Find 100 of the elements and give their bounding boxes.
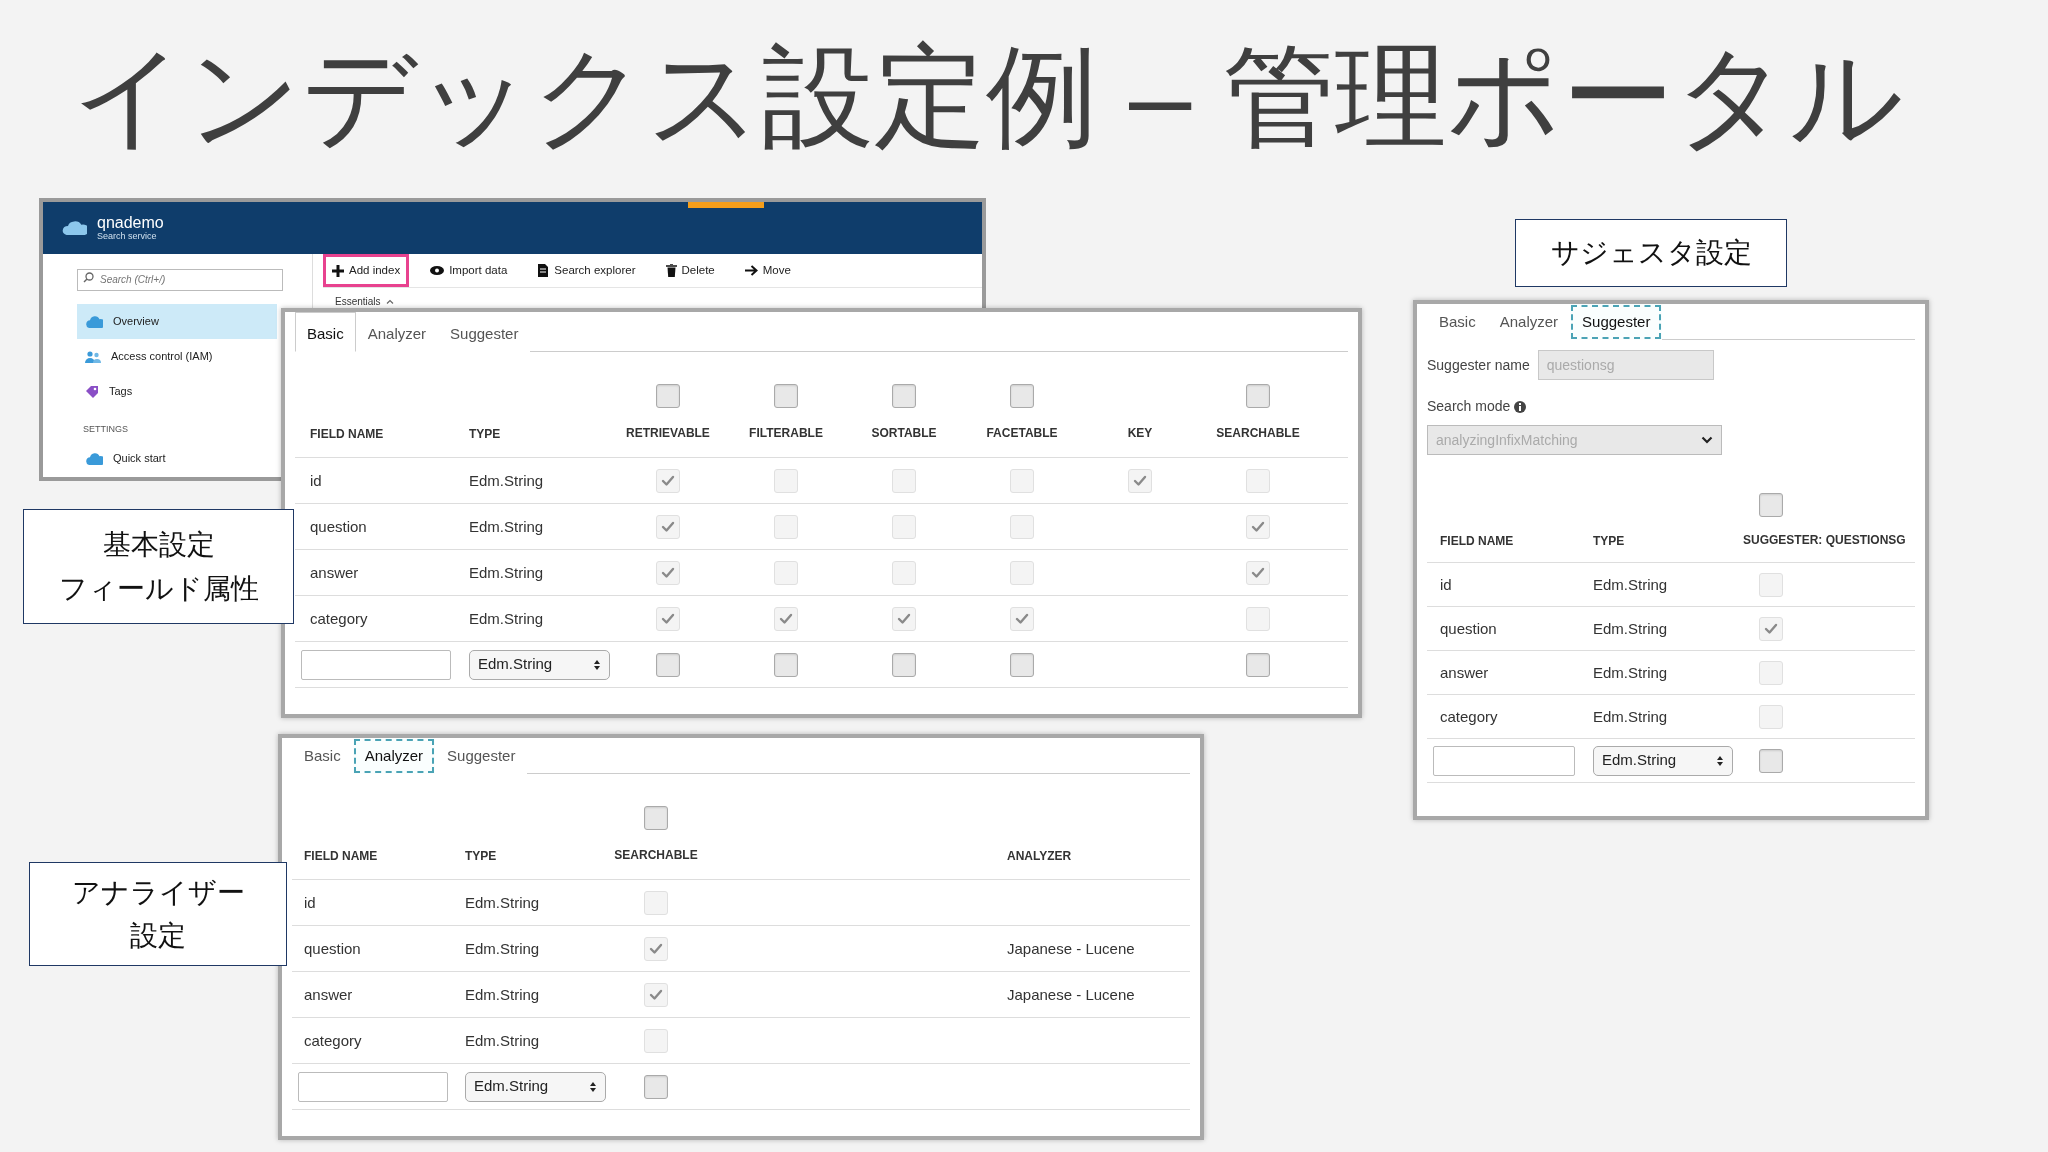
- table-cell: Edm.String: [1593, 619, 1668, 637]
- info-icon: [1514, 400, 1527, 413]
- column-header: FILTERABLE: [749, 424, 823, 442]
- tab[interactable]: Suggester: [1570, 304, 1663, 340]
- checkbox[interactable]: [1246, 652, 1270, 677]
- toolbar-button[interactable]: Move: [735, 253, 800, 288]
- slide-title: インデックス設定例 – 管理ポータル: [72, 33, 1904, 161]
- checkbox[interactable]: [656, 652, 680, 677]
- column-header: FIELD NAME: [1440, 533, 1514, 548]
- column-header: ANALYZER: [1007, 848, 1072, 863]
- table-cell: Edm.String: [1593, 575, 1668, 593]
- field-label: Search mode: [1427, 397, 1511, 416]
- field-name-input[interactable]: [1433, 745, 1575, 776]
- tab[interactable]: Basic: [292, 738, 353, 774]
- field-name-input[interactable]: [301, 649, 451, 680]
- table-cell: id: [304, 893, 316, 911]
- column-header: RETRIEVABLE: [626, 424, 710, 442]
- tab[interactable]: Analyzer: [352, 738, 436, 774]
- table-cell: Edm.String: [469, 563, 544, 581]
- checkbox[interactable]: [644, 806, 668, 830]
- updown-icon: [589, 1080, 597, 1093]
- toolbar-button[interactable]: Delete: [656, 253, 724, 288]
- checkbox[interactable]: [1010, 652, 1034, 677]
- table-cell: Edm.String: [465, 985, 540, 1003]
- cloud-logo-icon: [61, 220, 87, 236]
- type-select[interactable]: Edm.String: [469, 649, 610, 680]
- column-header: TYPE: [465, 848, 497, 863]
- table-cell: category: [1440, 707, 1498, 725]
- table-cell: answer: [304, 985, 353, 1003]
- tab[interactable]: Basic: [295, 312, 356, 352]
- type-select[interactable]: Edm.String: [465, 1071, 606, 1102]
- checkbox[interactable]: [644, 1074, 668, 1099]
- table-cell: Edm.String: [465, 1031, 540, 1049]
- chevron-icon: [1701, 436, 1713, 444]
- type-select[interactable]: Edm.String: [1593, 745, 1733, 776]
- caret-icon: [385, 299, 394, 304]
- callout-text: 基本設定: [102, 528, 215, 563]
- callout-text: フィールド属性: [58, 571, 259, 606]
- column-header: TYPE: [469, 426, 501, 441]
- updown-icon: [1716, 754, 1724, 767]
- resource-type: Search service: [97, 231, 157, 242]
- arrow-icon: [744, 265, 758, 276]
- table-cell: category: [310, 609, 368, 627]
- resource-name: qnademo: [97, 214, 164, 232]
- cloud-icon: [85, 451, 103, 465]
- column-header: FIELD NAME: [304, 848, 378, 863]
- column-header: SORTABLE: [871, 424, 937, 442]
- document-icon: [537, 264, 550, 277]
- plus-icon: [332, 264, 344, 277]
- trash-icon: [665, 264, 677, 277]
- table-cell: Edm.String: [1593, 663, 1668, 681]
- callout-text: アナライザー: [71, 875, 245, 910]
- callout-text: サジェスタ設定: [1550, 236, 1752, 271]
- callout-text: 設定: [130, 919, 186, 953]
- eye-icon: [430, 266, 445, 275]
- table-cell: id: [1440, 575, 1452, 593]
- column-header: KEY: [1127, 424, 1153, 442]
- column-header: FACETABLE: [986, 424, 1058, 442]
- checkbox[interactable]: [892, 384, 916, 408]
- nav-item[interactable]: Overview: [77, 304, 277, 339]
- table-cell: Japanese - Lucene: [1007, 939, 1135, 957]
- field-name-input[interactable]: [298, 1071, 448, 1102]
- table-cell: question: [1440, 619, 1497, 637]
- search-field[interactable]: Search (Ctrl+/): [77, 268, 283, 291]
- table-cell: Japanese - Lucene: [1007, 985, 1135, 1003]
- checkbox[interactable]: [892, 652, 916, 677]
- table-cell: question: [304, 939, 361, 957]
- tab[interactable]: Basic: [1427, 304, 1488, 340]
- table-cell: Edm.String: [465, 893, 540, 911]
- table-cell: question: [310, 517, 367, 535]
- table-cell: Edm.String: [1593, 707, 1668, 725]
- checkbox[interactable]: [656, 384, 680, 408]
- toolbar-button[interactable]: Add index: [323, 253, 410, 288]
- table-cell: Edm.String: [465, 939, 540, 957]
- table-cell: Edm.String: [469, 471, 544, 489]
- toolbar-button[interactable]: Search explorer: [528, 253, 645, 288]
- field-label: Suggester name: [1427, 355, 1530, 375]
- checkbox[interactable]: [1246, 384, 1270, 408]
- toolbar-button[interactable]: Import data: [421, 253, 517, 288]
- checkbox[interactable]: [774, 652, 798, 677]
- cloud-icon: [85, 315, 103, 328]
- section-label: Essentials: [335, 296, 381, 307]
- column-header: SEARCHABLE: [1216, 424, 1300, 442]
- column-header: SEARCHABLE: [614, 846, 698, 864]
- checkbox[interactable]: [1010, 384, 1034, 408]
- table-cell: answer: [1440, 663, 1489, 681]
- column-header: TYPE: [1593, 533, 1625, 548]
- section-label: SETTINGS: [83, 423, 129, 436]
- table-cell: category: [304, 1031, 362, 1049]
- tag-icon: [85, 384, 99, 399]
- table-cell: id: [310, 471, 322, 489]
- checkbox[interactable]: [1759, 748, 1783, 773]
- table-cell: answer: [310, 563, 359, 581]
- tab[interactable]: Analyzer: [1487, 304, 1571, 340]
- column-header: SUGGESTER: QUESTIONSG: [1743, 531, 1906, 549]
- checkbox[interactable]: [774, 384, 798, 408]
- tab[interactable]: Suggester: [435, 738, 528, 774]
- checkbox[interactable]: [1759, 493, 1783, 517]
- search-icon: [83, 272, 94, 283]
- column-header: FIELD NAME: [310, 426, 384, 441]
